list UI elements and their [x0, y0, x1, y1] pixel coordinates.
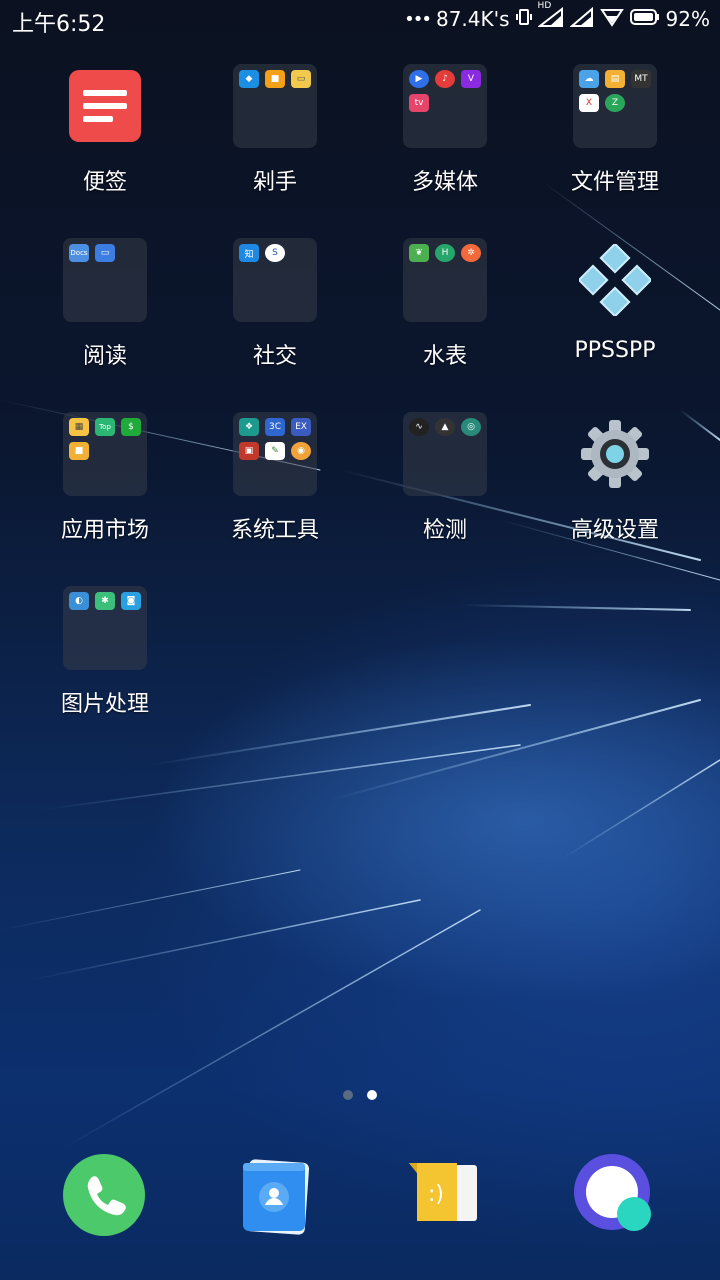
folder-preview: Docs ▭	[63, 238, 147, 322]
dock-browser[interactable]	[570, 1150, 660, 1240]
app-mini-icon: ▤	[605, 70, 625, 88]
notes-icon	[63, 64, 147, 148]
browser-icon	[574, 1154, 651, 1231]
app-mini-icon: 知	[239, 244, 259, 262]
folder-shopping[interactable]: ◆ ■ ▭ 剁手	[190, 60, 360, 220]
folder-media[interactable]: ▶ ♪ V tv 多媒体	[360, 60, 530, 220]
folder-tools[interactable]: ❖ 3C EX ▣ ✎ ◉ 系统工具	[190, 408, 360, 568]
app-mini-icon: Docs	[69, 244, 89, 262]
app-mini-icon: $	[121, 418, 141, 436]
app-mini-icon: ▶	[409, 70, 429, 88]
folder-preview: ❖ 3C EX ▣ ✎ ◉	[233, 412, 317, 496]
app-mini-icon: MT	[631, 70, 651, 88]
app-mini-icon: ◆	[239, 70, 259, 88]
folder-preview: ▶ ♪ V tv	[403, 64, 487, 148]
folder-label: 应用市场	[60, 518, 149, 543]
app-mini-icon: EX	[291, 418, 311, 436]
app-mini-icon: Top	[95, 418, 115, 436]
folder-preview: ❦ H ✲	[403, 238, 487, 322]
page-indicator	[0, 1090, 720, 1104]
folder-label: 文件管理	[570, 170, 659, 195]
more-dots-icon: •••	[404, 8, 432, 30]
folder-label: 系统工具	[230, 518, 319, 543]
folder-label: 阅读	[82, 344, 127, 369]
app-mini-icon: ◎	[461, 418, 481, 436]
folder-preview: ∿ ▲ ◎	[403, 412, 487, 496]
contacts-icon	[243, 1159, 310, 1235]
folder-label: 多媒体	[411, 170, 478, 195]
folder-label: 检测	[422, 518, 467, 543]
folder-market[interactable]: ▦ Top $ ■ 应用市场	[20, 408, 190, 568]
folder-detect[interactable]: ∿ ▲ ◎ 检测	[360, 408, 530, 568]
app-mini-icon: ▣	[239, 442, 259, 460]
app-mini-icon: 3C	[265, 418, 285, 436]
app-mini-icon: ◉	[291, 442, 311, 460]
folder-label: 社交	[252, 344, 297, 369]
app-mini-icon: ♪	[435, 70, 455, 88]
folder-label: 剁手	[252, 170, 297, 195]
signal-icon	[568, 6, 594, 32]
messages-icon: :)	[409, 1163, 477, 1221]
dock: :)	[0, 1150, 720, 1240]
wifi-icon	[599, 7, 624, 32]
network-speed: 87.4K's	[435, 7, 510, 31]
battery-icon	[629, 7, 660, 31]
app-mini-icon: ▲	[435, 418, 455, 436]
app-mini-icon: ✎	[265, 442, 285, 460]
app-label: 便签	[82, 170, 127, 195]
messages-glyph: :)	[428, 1182, 444, 1207]
app-label: PPSSPP	[574, 338, 656, 363]
folder-label: 图片处理	[60, 692, 149, 717]
folder-preview: 知 S	[233, 238, 317, 322]
app-mini-icon: ■	[69, 442, 89, 460]
app-mini-icon: S	[265, 244, 285, 262]
app-notes[interactable]: 便签	[20, 60, 190, 220]
status-bar: 上午6:52 ••• 87.4K's HD 92%	[0, 0, 720, 38]
app-mini-icon: ▦	[69, 418, 89, 436]
app-mini-icon: ✱	[95, 592, 115, 610]
app-mini-icon: ▭	[95, 244, 115, 262]
folder-preview: ◐ ✱ ◙	[63, 586, 147, 670]
status-time: 上午6:52	[12, 12, 106, 37]
app-mini-icon: Z	[605, 94, 625, 112]
hd-label: HD	[537, 0, 552, 11]
battery-percent: 92%	[665, 7, 710, 31]
folder-photo[interactable]: ◐ ✱ ◙ 图片处理	[20, 582, 190, 742]
vibrate-icon	[515, 7, 532, 32]
app-mini-icon: ■	[265, 70, 285, 88]
folder-social[interactable]: 知 S 社交	[190, 234, 360, 394]
page-dot[interactable]	[343, 1090, 353, 1100]
app-advanced-settings[interactable]: 高级设置	[530, 408, 700, 568]
app-mini-icon: V	[461, 70, 481, 88]
folder-preview: ☁ ▤ MT X Z	[573, 64, 657, 148]
app-mini-icon: ☁	[579, 70, 599, 88]
folder-files[interactable]: ☁ ▤ MT X Z 文件管理	[530, 60, 700, 220]
app-mini-icon: ∿	[409, 418, 429, 436]
app-mini-icon: ✲	[461, 244, 481, 262]
phone-icon	[63, 1154, 145, 1236]
folder-reading[interactable]: Docs ▭ 阅读	[20, 234, 190, 394]
ppsspp-icon	[573, 238, 657, 322]
status-right: ••• 87.4K's HD 92%	[404, 1, 710, 32]
page-dot-active[interactable]	[367, 1090, 377, 1100]
app-mini-icon: ▭	[291, 70, 311, 88]
dock-phone[interactable]	[59, 1150, 149, 1240]
folder-preview: ◆ ■ ▭	[233, 64, 317, 148]
folder-preview: ▦ Top $ ■	[63, 412, 147, 496]
dock-contacts[interactable]	[230, 1150, 320, 1240]
settings-gear-icon	[573, 412, 657, 496]
app-mini-icon: ❦	[409, 244, 429, 262]
app-mini-icon: X	[579, 94, 599, 112]
folder-meter[interactable]: ❦ H ✲ 水表	[360, 234, 530, 394]
app-mini-icon: ◐	[69, 592, 89, 610]
app-mini-icon: tv	[409, 94, 429, 112]
app-label: 高级设置	[570, 518, 659, 543]
app-mini-icon: H	[435, 244, 455, 262]
hd-signal-icon: HD	[536, 1, 564, 32]
dock-messages[interactable]: :)	[400, 1150, 490, 1240]
app-mini-icon: ◙	[121, 592, 141, 610]
app-mini-icon: ❖	[239, 418, 259, 436]
app-ppsspp[interactable]: PPSSPP	[530, 234, 700, 394]
folder-label: 水表	[422, 344, 467, 369]
